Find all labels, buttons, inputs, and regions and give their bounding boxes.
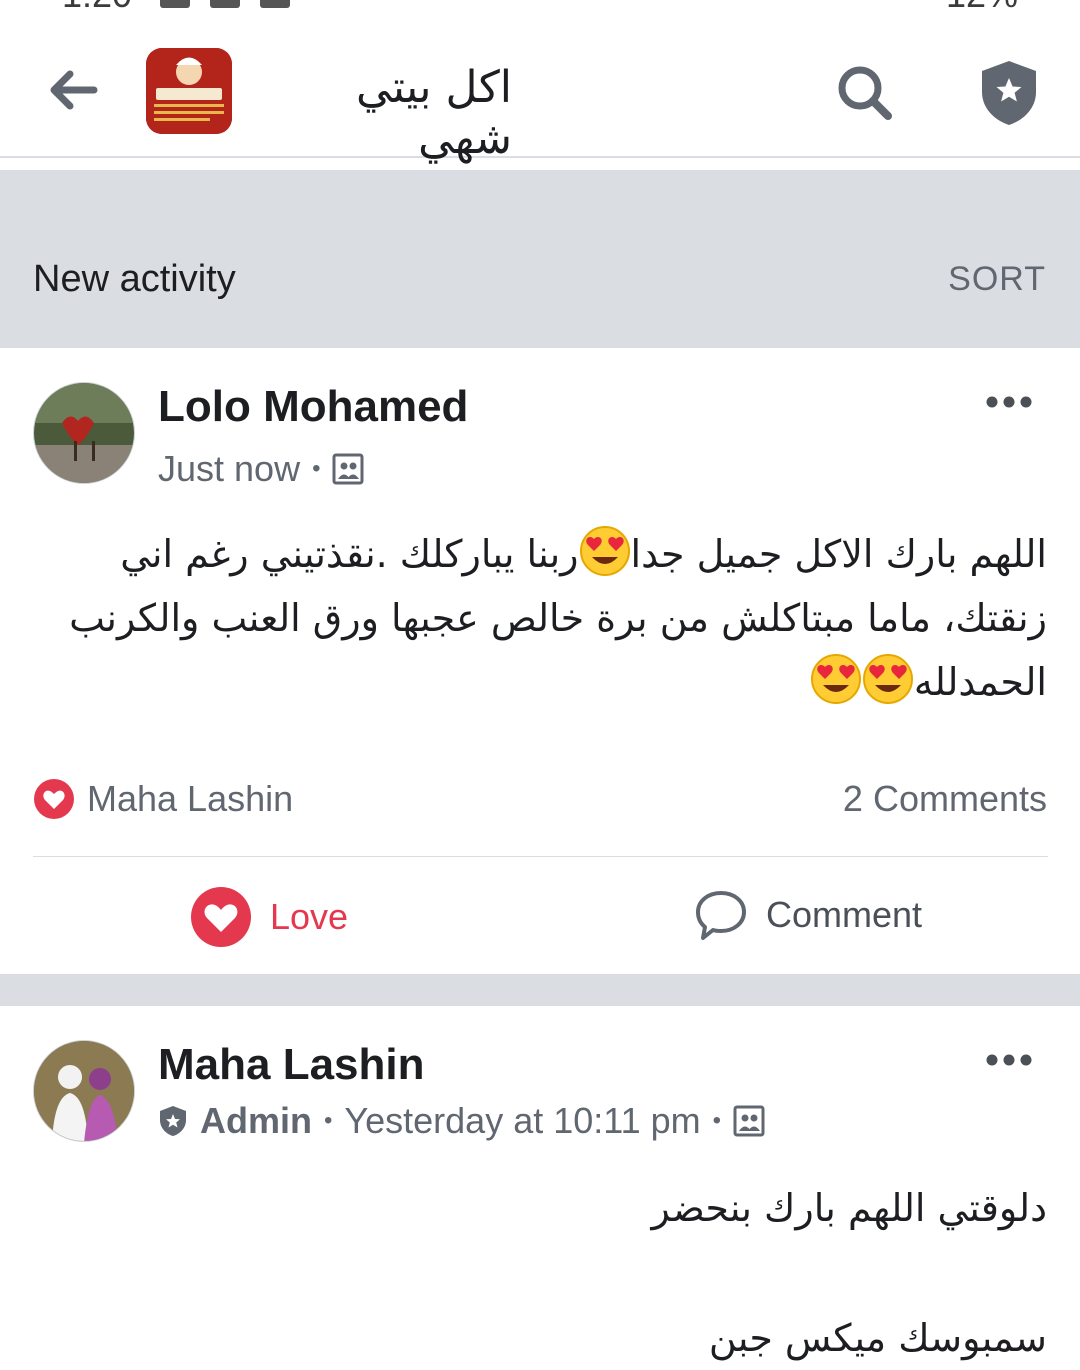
post-options-button[interactable] (986, 1050, 1032, 1070)
more-icon (986, 1054, 1032, 1066)
post-separator (0, 974, 1080, 1006)
section-title: New activity (33, 258, 236, 300)
more-icon (986, 396, 1032, 408)
group-privacy-icon (733, 1105, 765, 1137)
sort-button[interactable]: SORT (948, 260, 1046, 299)
search-button[interactable] (834, 62, 896, 124)
author-name[interactable]: Lolo Mohamed (158, 382, 468, 432)
heart-eyes-emoji (579, 526, 630, 576)
comment-label: Comment (766, 894, 923, 935)
comment-button[interactable]: Comment (694, 888, 922, 942)
avatar[interactable] (33, 1040, 135, 1142)
comments-count[interactable]: 2 Comments (843, 778, 1047, 820)
admin-role: Admin (200, 1100, 312, 1141)
group-avatar[interactable] (146, 48, 232, 134)
back-arrow-icon (50, 70, 98, 110)
activity-header: New activity SORT (0, 170, 1080, 348)
heart-eyes-emoji (810, 654, 861, 704)
search-icon (838, 66, 892, 120)
meta-separator: • (712, 1107, 722, 1134)
group-title[interactable]: اكل بيتي شهي (252, 62, 512, 164)
admin-tools-button[interactable] (978, 58, 1040, 128)
avatar-photo-icon (34, 1041, 134, 1141)
comment-icon (696, 891, 746, 940)
meta-separator: • (324, 1107, 333, 1134)
reactions-summary[interactable]: Maha Lashin (33, 778, 293, 820)
top-app-bar: اكل بيتي شهي (0, 14, 1080, 164)
avatar-photo-icon (34, 383, 134, 483)
post-card: Lolo Mohamed Just now • اللهم بارك الاكل… (0, 348, 1080, 974)
shield-icon (982, 61, 1036, 125)
heart-eyes-emoji (862, 654, 913, 704)
love-label: Love (270, 896, 349, 937)
post-meta: Just now • (158, 448, 364, 490)
status-notification-icons (160, 0, 290, 8)
back-button[interactable] (48, 68, 98, 112)
post-body-line-2: سمبوسك ميكس جبن (708, 1316, 1047, 1360)
meta-separator: • (312, 455, 321, 482)
status-battery: 12% (946, 0, 1018, 14)
post-text-part-1: اللهم بارك الاكل جميل جدا (630, 532, 1047, 576)
status-time: 1:20 (62, 0, 132, 14)
group-logo-icon (146, 48, 232, 134)
post-body-line-1: دلوقتي اللهم بارك بنحضر (651, 1186, 1047, 1230)
post-time[interactable]: Just now (158, 448, 300, 490)
post-options-button[interactable] (986, 392, 1032, 412)
author-name[interactable]: Maha Lashin (158, 1040, 425, 1090)
reactor-name: Maha Lashin (87, 778, 294, 819)
love-button[interactable]: Love (190, 886, 348, 948)
group-privacy-icon (332, 453, 364, 485)
admin-badge-icon (160, 1106, 186, 1136)
heart-icon (34, 779, 74, 819)
post-meta: Admin • Yesterday at 10:11 pm • (158, 1100, 765, 1142)
avatar[interactable] (33, 382, 135, 484)
divider (33, 856, 1048, 857)
post-time[interactable]: Yesterday at 10:11 pm (344, 1100, 700, 1142)
status-bar: 1:20 12% (0, 0, 1080, 14)
post-card: Maha Lashin Admin • Yesterday at 10:11 p… (0, 1006, 1080, 1360)
post-body: اللهم بارك الاكل جميل جداربنا يباركلك .ن… (37, 522, 1047, 714)
heart-icon (191, 887, 251, 947)
